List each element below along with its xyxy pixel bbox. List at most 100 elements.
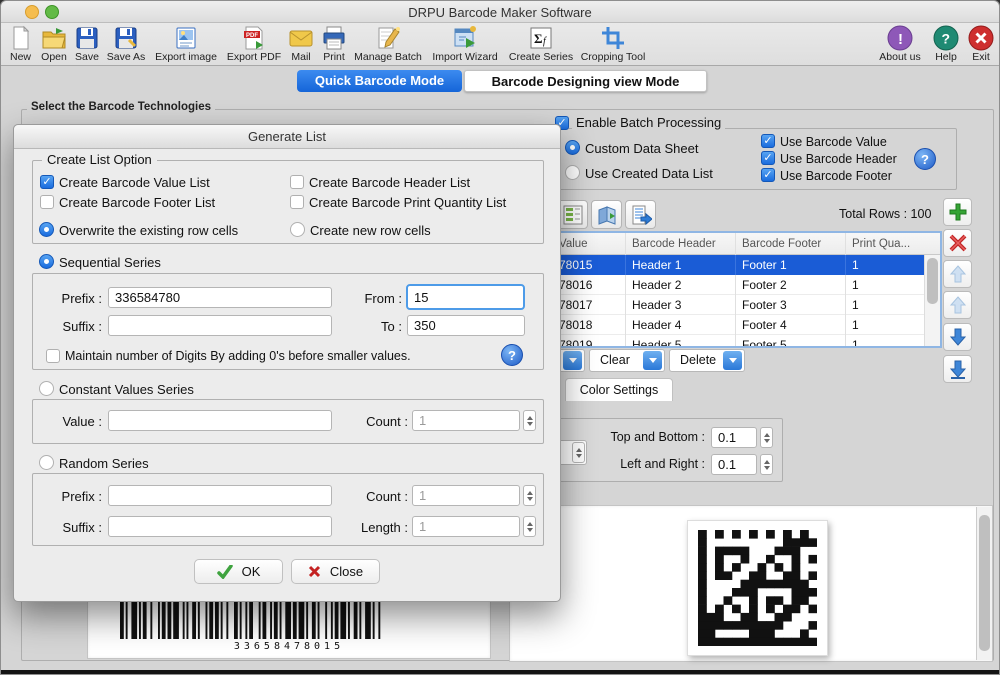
random-count-stepper[interactable]: [523, 485, 536, 506]
overwrite-existing-rows-radio[interactable]: [39, 222, 54, 237]
custom-data-sheet-radio[interactable]: [565, 140, 580, 155]
new-document-icon: [8, 25, 34, 51]
create-barcode-footer-list-checkbox[interactable]: [40, 195, 54, 209]
create-barcode-header-list-label: Create Barcode Header List: [309, 175, 470, 190]
use-barcode-footer-label: Use Barcode Footer: [780, 169, 892, 183]
create-new-rows-radio[interactable]: [290, 222, 305, 237]
random-count-input[interactable]: [412, 485, 520, 506]
use-barcode-value-checkbox[interactable]: [761, 134, 775, 148]
create-series-button[interactable]: Σf Create Series: [507, 24, 575, 65]
left-right-label: Left and Right :: [601, 457, 705, 471]
help-button[interactable]: ? Help: [929, 24, 963, 65]
constant-count-label: Count :: [350, 414, 408, 429]
table-row[interactable]: 78017Header 3Footer 31: [547, 295, 940, 315]
sequential-series-radio[interactable]: [39, 254, 54, 269]
random-suffix-input[interactable]: [108, 516, 332, 537]
generate-list-dialog: Generate List Create List Option Create …: [13, 124, 561, 602]
maintain-digits-checkbox[interactable]: [46, 349, 60, 363]
delete-row-button[interactable]: [943, 229, 972, 257]
use-barcode-footer-checkbox[interactable]: [761, 168, 775, 182]
use-created-data-list-radio[interactable]: [565, 165, 580, 180]
data-sheet-button[interactable]: [557, 200, 588, 229]
table-row[interactable]: 78018Header 4Footer 41: [547, 315, 940, 335]
constant-count-stepper[interactable]: [523, 410, 536, 431]
open-button[interactable]: Open: [38, 24, 70, 65]
move-top-button[interactable]: [943, 260, 972, 288]
cropping-tool-button[interactable]: Cropping Tool: [579, 24, 647, 65]
sequential-help-button[interactable]: ?: [501, 344, 523, 366]
left-right-input[interactable]: [711, 454, 757, 475]
save-button[interactable]: Save: [72, 24, 102, 65]
ok-button[interactable]: OK: [194, 559, 283, 584]
save-floppy-icon: [74, 25, 100, 51]
close-x-icon: [308, 565, 321, 578]
batch-help-button[interactable]: ?: [914, 148, 936, 170]
delete-row-icon: [947, 232, 969, 254]
save-as-button[interactable]: Save As: [104, 24, 148, 65]
preview-scrollbar-thumb[interactable]: [979, 515, 990, 651]
random-prefix-input[interactable]: [108, 485, 332, 506]
custom-data-sheet-label: Custom Data Sheet: [585, 141, 698, 156]
top-bottom-stepper[interactable]: [760, 427, 773, 448]
export-image-button[interactable]: Export image: [150, 24, 222, 65]
overwrite-existing-rows-label: Overwrite the existing row cells: [59, 223, 238, 238]
exit-button[interactable]: Exit: [965, 24, 997, 65]
clear-button[interactable]: Clear: [589, 349, 665, 372]
random-length-stepper[interactable]: [523, 516, 536, 537]
use-barcode-header-checkbox[interactable]: [761, 151, 775, 165]
create-barcode-value-list-checkbox[interactable]: [40, 175, 54, 189]
use-barcode-header-label: Use Barcode Header: [780, 152, 897, 166]
move-bottom-button[interactable]: [943, 355, 972, 383]
suffix-label: Suffix :: [44, 319, 102, 334]
constant-values-series-radio[interactable]: [39, 381, 54, 396]
add-row-button[interactable]: [943, 198, 972, 226]
random-series-radio[interactable]: [39, 455, 54, 470]
constant-value-input[interactable]: [108, 410, 332, 431]
check-icon: [217, 565, 233, 579]
move-down-button[interactable]: [943, 323, 972, 351]
tab-quick-barcode-mode[interactable]: Quick Barcode Mode: [297, 70, 462, 92]
preview-scrollbar[interactable]: [976, 507, 992, 660]
export-list-button[interactable]: [625, 200, 656, 229]
left-right-stepper[interactable]: [760, 454, 773, 475]
constant-values-series-label: Constant Values Series: [59, 382, 194, 397]
flip-page-button[interactable]: [591, 200, 622, 229]
tab-color-settings[interactable]: Color Settings: [565, 378, 673, 401]
top-bottom-input[interactable]: [711, 427, 757, 448]
import-wizard-button[interactable]: Import Wizard: [428, 24, 502, 65]
create-barcode-header-list-checkbox[interactable]: [290, 175, 304, 189]
manage-batch-button[interactable]: Manage Batch: [353, 24, 423, 65]
table-row[interactable]: 78019Header 5Footer 51: [547, 335, 940, 348]
close-button[interactable]: Close: [291, 559, 380, 584]
print-button[interactable]: Print: [318, 24, 350, 65]
table-row-selected[interactable]: 78015Header 1Footer 11: [547, 255, 940, 275]
constant-count-input[interactable]: [412, 410, 520, 431]
sequential-to-input[interactable]: [407, 315, 525, 336]
sequential-suffix-input[interactable]: [108, 315, 332, 336]
table-scrollbar-thumb[interactable]: [927, 258, 938, 304]
delete-button[interactable]: Delete: [669, 349, 745, 372]
batch-data-table[interactable]: Value Barcode Header Barcode Footer Prin…: [545, 231, 942, 348]
create-barcode-print-quantity-list-checkbox[interactable]: [290, 195, 304, 209]
random-length-input[interactable]: [412, 516, 520, 537]
export-pdf-button[interactable]: PDF Export PDF: [225, 24, 283, 65]
use-created-data-list-label: Use Created Data List: [585, 166, 713, 181]
about-us-button[interactable]: ! About us: [876, 24, 924, 65]
hidden-stepper[interactable]: [572, 442, 585, 463]
new-button[interactable]: New: [5, 24, 36, 65]
tab-barcode-designing-view-mode[interactable]: Barcode Designing view Mode: [464, 70, 707, 92]
mail-button[interactable]: Mail: [286, 24, 316, 65]
chevron-down-icon: [643, 351, 662, 370]
datamatrix-card: [687, 520, 828, 656]
about-exclamation-icon: !: [887, 25, 913, 51]
sequential-prefix-input[interactable]: [108, 287, 332, 308]
printer-icon: [321, 25, 347, 51]
sequential-from-input[interactable]: [406, 284, 525, 310]
svg-text:PDF: PDF: [246, 33, 258, 39]
move-up-button[interactable]: [943, 291, 972, 319]
export-list-icon: [630, 204, 652, 226]
table-scrollbar[interactable]: [924, 255, 940, 348]
create-barcode-value-list-label: Create Barcode Value List: [59, 175, 210, 190]
table-row[interactable]: 78016Header 2Footer 21: [547, 275, 940, 295]
svg-text:?: ?: [942, 31, 951, 47]
